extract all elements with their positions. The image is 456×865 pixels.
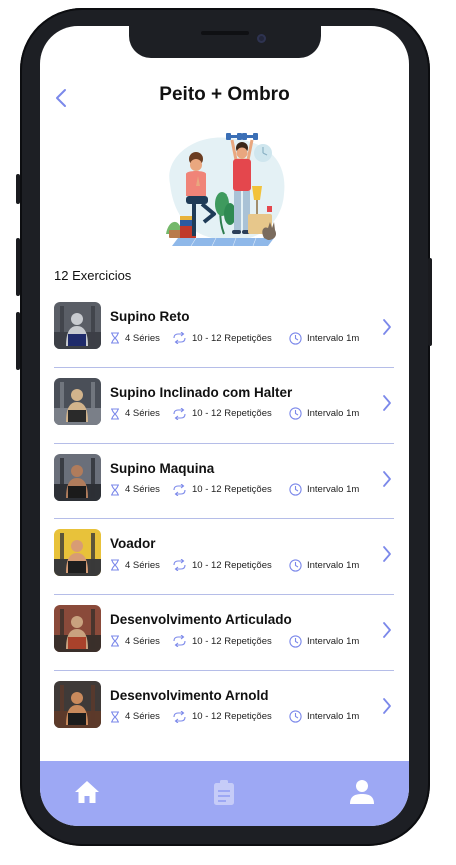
- power-button: [428, 258, 432, 346]
- exercise-row[interactable]: Supino Maquina 4 Séries 10 - 12 Repetiçõ…: [54, 444, 394, 520]
- volume-down-button: [16, 312, 20, 370]
- volume-up-button: [16, 238, 20, 296]
- exercise-details: 4 Séries 10 - 12 Repetições Intervalo 1m: [110, 557, 359, 573]
- profile-icon: [350, 780, 374, 804]
- bottom-tab-bar: [40, 761, 409, 826]
- interval-text: Intervalo 1m: [307, 711, 360, 723]
- series-text: 4 Séries: [125, 711, 160, 723]
- clock-icon: [289, 407, 302, 420]
- app-screen: Peito + Ombro 12 Exercicios Supino Reto …: [40, 26, 409, 826]
- chevron-right-icon: [383, 546, 391, 563]
- repeat-icon: [173, 332, 186, 344]
- exercise-details: 4 Séries 10 - 12 Repetições Intervalo 1m: [110, 406, 359, 422]
- repetitions-text: 10 - 12 Repetições: [192, 635, 272, 647]
- interval-text: Intervalo 1m: [307, 635, 360, 647]
- exercise-details: 4 Séries 10 - 12 Repetições Intervalo 1m: [110, 330, 359, 346]
- exercise-name: Supino Maquina: [110, 460, 215, 476]
- repetitions-text: 10 - 12 Repetições: [192, 332, 272, 344]
- hourglass-icon: [111, 711, 119, 723]
- clock-icon: [289, 331, 302, 345]
- tab-profile[interactable]: [347, 777, 377, 807]
- series-text: 4 Séries: [125, 635, 160, 647]
- repeat-icon: [173, 635, 186, 648]
- repetitions-text: 10 - 12 Repetições: [192, 711, 272, 723]
- open-exercise-button[interactable]: [380, 392, 394, 414]
- series-text: 4 Séries: [125, 408, 160, 420]
- exercise-photo: [54, 605, 101, 653]
- open-exercise-button[interactable]: [380, 316, 394, 338]
- exercise-name: Supino Reto: [110, 309, 190, 324]
- hourglass-icon: [111, 559, 119, 571]
- exercise-row[interactable]: Voador 4 Séries 10 - 12 Repetições Inter…: [54, 519, 394, 596]
- exercise-row[interactable]: Desenvolvimento Articulado 4 Séries 10 -…: [54, 595, 394, 671]
- repeat-icon: [173, 710, 186, 723]
- open-exercise-button[interactable]: [380, 695, 394, 717]
- mute-switch: [16, 174, 20, 204]
- workout-illustration: [166, 133, 285, 247]
- clock-icon: [289, 559, 302, 572]
- speaker: [201, 31, 249, 35]
- chevron-right-icon: [383, 698, 391, 714]
- exercise-photo: [54, 529, 101, 577]
- clipboard-icon: [214, 779, 234, 805]
- clock-icon: [289, 483, 302, 496]
- repeat-icon: [173, 483, 186, 496]
- interval-text: Intervalo 1m: [307, 408, 360, 420]
- exercise-row[interactable]: Desenvolvimento Arnold 4 Séries 10 - 12 …: [54, 671, 394, 747]
- exercise-count: 12 Exercicios: [54, 268, 132, 283]
- exercise-list: Supino Reto 4 Séries 10 - 12 Repetições …: [54, 292, 394, 747]
- page-title: Peito + Ombro: [159, 84, 290, 105]
- hourglass-icon: [111, 484, 119, 496]
- clock-icon: [289, 710, 302, 724]
- repetitions-text: 10 - 12 Repetições: [192, 484, 272, 496]
- exercise-name: Supino Inclinado com Halter: [110, 384, 293, 400]
- home-icon: [75, 781, 99, 803]
- repeat-icon: [173, 407, 186, 420]
- open-exercise-button[interactable]: [380, 619, 394, 641]
- series-text: 4 Séries: [125, 332, 160, 344]
- interval-text: Intervalo 1m: [307, 332, 360, 344]
- interval-text: Intervalo 1m: [307, 484, 360, 496]
- open-exercise-button[interactable]: [380, 468, 394, 490]
- repetitions-text: 10 - 12 Repetições: [192, 559, 272, 571]
- exercise-photo: [54, 302, 101, 349]
- exercise-details: 4 Séries 10 - 12 Repetições Intervalo 1m: [110, 709, 359, 725]
- chevron-right-icon: [383, 622, 391, 639]
- exercise-row[interactable]: Supino Reto 4 Séries 10 - 12 Repetições …: [54, 292, 394, 368]
- notch: [129, 26, 321, 58]
- series-text: 4 Séries: [125, 484, 160, 496]
- exercise-photo: [54, 680, 101, 728]
- hourglass-icon: [111, 332, 119, 344]
- chevron-right-icon: [383, 319, 391, 335]
- open-exercise-button[interactable]: [380, 543, 394, 565]
- exercise-name: Voador: [110, 536, 156, 552]
- tab-workouts[interactable]: [209, 777, 239, 807]
- repetitions-text: 10 - 12 Repetições: [192, 408, 272, 420]
- clock-icon: [289, 635, 302, 648]
- header: Peito + Ombro: [40, 82, 409, 114]
- exercise-details: 4 Séries 10 - 12 Repetições Intervalo 1m: [110, 633, 359, 649]
- exercise-name: Desenvolvimento Articulado: [110, 612, 292, 628]
- interval-text: Intervalo 1m: [307, 559, 360, 571]
- hourglass-icon: [111, 635, 119, 647]
- exercise-name: Desenvolvimento Arnold: [110, 687, 269, 703]
- chevron-right-icon: [383, 470, 391, 487]
- exercise-photo: [54, 377, 101, 425]
- hourglass-icon: [111, 408, 119, 420]
- exercise-row[interactable]: Supino Inclinado com Halter 4 Séries 10 …: [54, 368, 394, 444]
- chevron-right-icon: [383, 394, 391, 411]
- repeat-icon: [173, 559, 186, 572]
- exercise-details: 4 Séries 10 - 12 Repetições Intervalo 1m: [110, 482, 359, 498]
- camera: [257, 34, 266, 43]
- series-text: 4 Séries: [125, 559, 160, 571]
- tab-home[interactable]: [72, 777, 102, 807]
- exercise-photo: [54, 453, 101, 501]
